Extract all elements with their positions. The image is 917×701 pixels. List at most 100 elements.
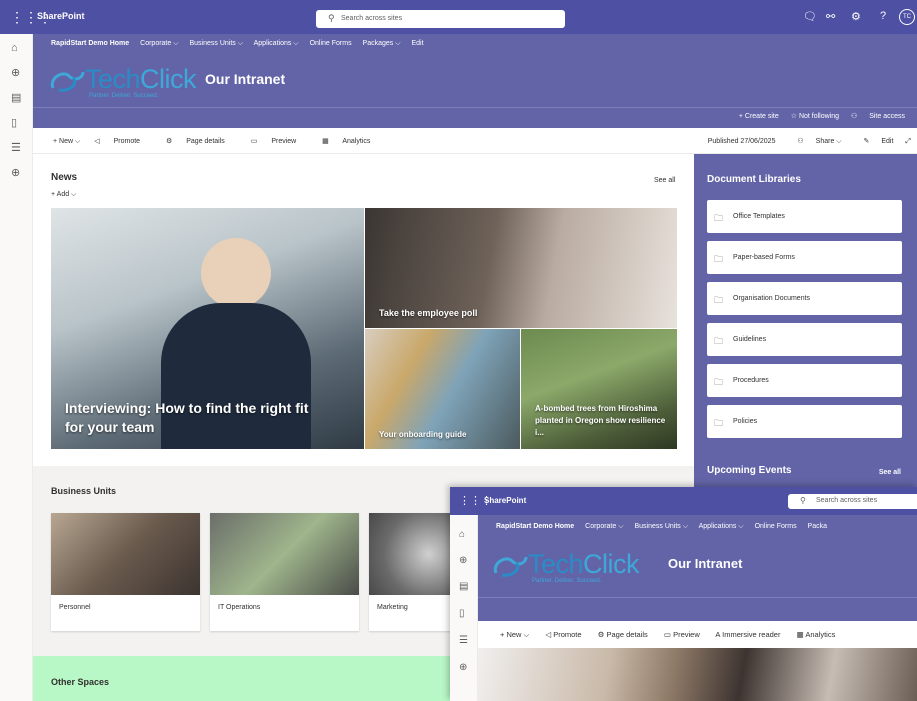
promote-button[interactable]: ◁ Promote (94, 138, 152, 145)
preview-icon: ▭ (250, 138, 258, 145)
search-icon: ⚲ (328, 13, 335, 23)
news-tile-caption: Your onboarding guide (379, 430, 467, 439)
folder-icon: 🗀 (714, 377, 724, 387)
news-icon[interactable]: ▤ (11, 91, 21, 104)
news-see-all-link[interactable]: See all (654, 177, 675, 184)
lists-icon[interactable]: ☰ (11, 141, 21, 154)
command-bar: + New ⌵ ◁ Promote ⚙ Page details ▭ Previ… (478, 621, 917, 648)
analytics-button[interactable]: ▦ Analytics (797, 630, 836, 639)
news-tile-hiroshima-trees[interactable]: A-bombed trees from Hiroshima planted in… (521, 329, 677, 449)
follow-button[interactable]: ☆ Not following (791, 113, 839, 120)
hub-nav-online-forms[interactable]: Online Forms (755, 523, 797, 530)
hub-nav-applications[interactable]: Applications ⌵ (699, 523, 744, 530)
news-tile-onboarding[interactable]: Your onboarding guide (365, 329, 520, 449)
events-see-all-link[interactable]: See all (879, 469, 901, 476)
doc-library-office-templates[interactable]: 🗀 Office Templates (707, 200, 902, 233)
file-icon[interactable]: ▯ (11, 116, 17, 129)
news-photo (201, 238, 271, 308)
globe-icon[interactable]: ⊕ (11, 66, 20, 79)
techclick-logo[interactable]: TechClick Partner. Deliver. Succeed. (50, 64, 197, 99)
news-tile-employee-poll[interactable]: Take the employee poll (365, 208, 677, 328)
hub-nav-home[interactable]: RapidStart Demo Home (51, 40, 129, 47)
doc-library-guidelines[interactable]: 🗀 Guidelines (707, 323, 902, 356)
home-icon[interactable]: ⌂ (11, 42, 18, 54)
create-icon[interactable]: ⊕ (11, 166, 20, 179)
folder-icon: 🗀 (714, 213, 724, 223)
create-site-button[interactable]: + Create site (739, 113, 779, 120)
page-details-button[interactable]: ⚙ Page details (166, 138, 237, 145)
hub-nav-corporate[interactable]: Corporate ⌵ (585, 523, 623, 530)
share-button[interactable]: ⚇ Share ⌵ (787, 138, 841, 145)
hub-nav-business-units[interactable]: Business Units ⌵ (634, 523, 688, 530)
left-app-rail: ⌂ ⊕ ▤ ▯ ☰ ⊕ (450, 515, 478, 701)
doc-library-paper-forms[interactable]: 🗀 Paper-based Forms (707, 241, 902, 274)
megaphone-icon: ◁ (545, 630, 552, 639)
home-icon[interactable]: ⌂ (459, 529, 465, 540)
hub-nav-applications[interactable]: Applications ⌵ (254, 40, 299, 47)
card-label: IT Operations (218, 604, 261, 611)
new-button[interactable]: + New ⌵ (500, 630, 529, 639)
expand-icon[interactable]: ⤢ (905, 138, 911, 145)
immersive-reader-button[interactable]: A Immersive reader (715, 630, 780, 639)
divider (33, 107, 917, 108)
hub-nav-packages[interactable]: Packa (808, 523, 827, 530)
chat-icon[interactable]: 🗨 (803, 10, 817, 23)
site-title[interactable]: Our Intranet (668, 556, 742, 571)
analytics-button[interactable]: ▦ Analytics (322, 138, 382, 145)
other-spaces-heading: Other Spaces (51, 677, 110, 687)
news-tile-caption: Take the employee poll (379, 308, 478, 318)
hub-nav-packages[interactable]: Packages ⌵ (363, 40, 401, 47)
edit-button[interactable]: ✎ Edit (854, 138, 894, 145)
business-unit-card-it-operations[interactable]: IT Operations (210, 513, 359, 631)
hub-navigation: RapidStart Demo Home Corporate ⌵ Busines… (51, 40, 433, 48)
hub-nav-edit[interactable]: Edit (411, 40, 423, 47)
promote-button[interactable]: ◁ Promote (545, 630, 581, 639)
doc-library-organisation-documents[interactable]: 🗀 Organisation Documents (707, 282, 902, 315)
business-unit-card-personnel[interactable]: Personnel (51, 513, 200, 631)
preview-button[interactable]: ▭ Preview (251, 138, 308, 145)
site-actions: + Create site ☆ Not following ⚇ Site acc… (729, 112, 905, 120)
search-icon: ⚲ (800, 496, 806, 505)
hub-nav-home[interactable]: RapidStart Demo Home (496, 523, 574, 530)
avatar[interactable]: TC (899, 9, 915, 25)
globe-icon[interactable]: ⊕ (459, 555, 467, 566)
doc-library-policies[interactable]: 🗀 Policies (707, 405, 902, 438)
sharepoint-window-secondary[interactable]: ⋮⋮⋮ SharePoint ⚲ Search across sites ⌂ ⊕… (450, 487, 917, 701)
create-icon[interactable]: ⊕ (459, 662, 467, 673)
share-network-icon[interactable]: ⚯ (826, 10, 835, 23)
hub-nav-business-units[interactable]: Business Units ⌵ (189, 40, 243, 47)
analytics-icon: ▦ (796, 630, 804, 639)
doc-library-procedures[interactable]: 🗀 Procedures (707, 364, 902, 397)
news-icon[interactable]: ▤ (459, 581, 468, 592)
site-title[interactable]: Our Intranet (205, 71, 285, 87)
page-details-button[interactable]: ⚙ Page details (598, 630, 648, 639)
gear-icon[interactable]: ⚙ (851, 10, 861, 23)
share-people-icon: ⚇ (797, 138, 804, 145)
preview-button[interactable]: ▭ Preview (664, 630, 700, 639)
help-icon[interactable]: ? (880, 10, 886, 22)
file-icon[interactable]: ▯ (459, 608, 465, 619)
sharepoint-brand[interactable]: SharePoint (37, 11, 85, 21)
card-image (51, 513, 200, 595)
left-app-rail: ⌂ ⊕ ▤ ▯ ☰ ⊕ (0, 34, 33, 701)
news-tile-caption: Interviewing: How to find the right fit … (65, 400, 309, 435)
sharepoint-brand[interactable]: SharePoint (484, 496, 526, 505)
site-access-button[interactable]: ⚇ Site access (851, 113, 905, 120)
logo-swoosh-icon (50, 71, 85, 92)
logo-wordmark: TechClick (528, 549, 640, 579)
lists-icon[interactable]: ☰ (459, 635, 468, 646)
search-input[interactable]: ⚲ Search across sites (316, 10, 565, 28)
new-button[interactable]: + New ⌵ (53, 138, 80, 145)
hub-nav-online-forms[interactable]: Online Forms (310, 40, 352, 47)
suite-bar: ⋮⋮⋮ SharePoint ⚲ Search across sites 🗨 ⚯… (0, 0, 917, 34)
immersive-reader-icon: A (715, 630, 721, 639)
search-input[interactable]: ⚲ Search across sites (788, 494, 917, 509)
techclick-logo[interactable]: TechClick Partner. Deliver. Succeed. (493, 549, 640, 584)
pencil-icon: ✎ (863, 138, 870, 145)
add-news-button[interactable]: + Add ⌵ (51, 191, 76, 199)
news-tile-interviewing[interactable]: Interviewing: How to find the right fit … (51, 208, 364, 449)
news-photo (478, 648, 917, 701)
news-tile-caption: A-bombed trees from Hiroshima planted in… (535, 404, 666, 437)
gear-icon: ⚙ (166, 138, 173, 145)
hub-nav-corporate[interactable]: Corporate ⌵ (140, 40, 178, 47)
